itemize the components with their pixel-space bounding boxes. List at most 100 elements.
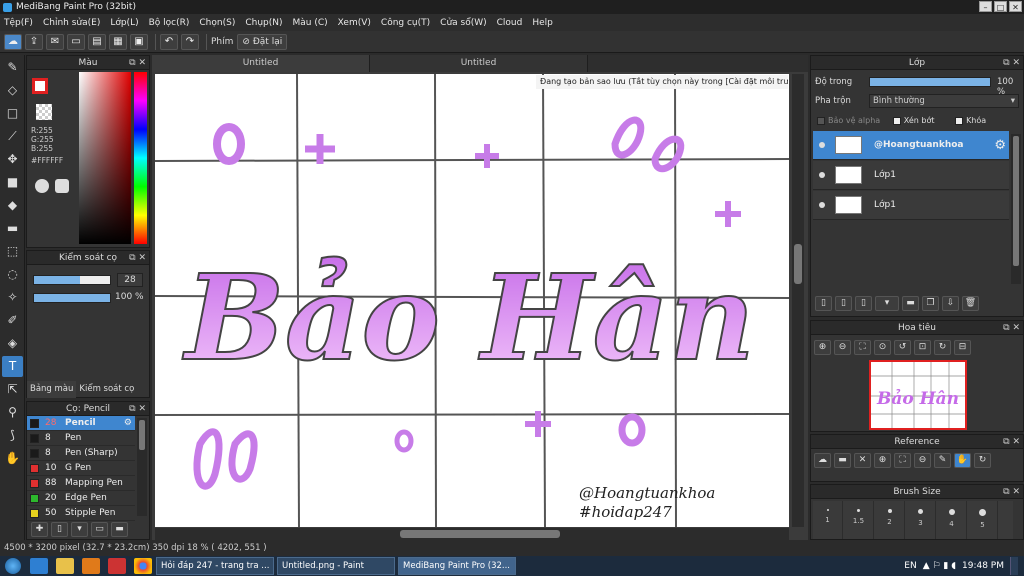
select-pen-icon[interactable]: ✐ <box>2 310 23 331</box>
foreground-color-swatch[interactable] <box>32 78 48 94</box>
brush-size-value[interactable]: 28 <box>117 273 143 287</box>
brush-menu-icon[interactable]: ▾ <box>71 522 88 537</box>
layer-row[interactable]: Lớp1 <box>813 191 1009 220</box>
brush-size-cell[interactable]: 1.5 <box>844 501 874 539</box>
file-explorer-icon[interactable] <box>56 558 74 574</box>
drawing-canvas[interactable]: Bảo Hân @Hoangtuankhoa #hoidap247 <box>155 74 789 527</box>
zoom-out-icon[interactable]: ⊖ <box>914 453 931 468</box>
panel-close-icon[interactable]: ⧉ ✕ <box>1003 56 1020 70</box>
app-icon[interactable] <box>108 558 126 574</box>
tab-brush-control[interactable]: Kiểm soát cọ <box>76 381 137 398</box>
redo-icon[interactable]: ↷ <box>181 33 199 50</box>
comment-icon[interactable]: ▭ <box>67 33 85 50</box>
brush-size-cell[interactable]: 2 <box>875 501 905 539</box>
show-desktop-icon[interactable] <box>1010 557 1018 575</box>
menu-edit[interactable]: Chỉnh sửa(E) <box>43 18 100 28</box>
blend-mode-select[interactable]: Bình thường ▾ <box>869 94 1019 108</box>
move-tool-icon[interactable]: ✥ <box>2 149 23 170</box>
new-1bit-layer-icon[interactable]: ▯ <box>855 296 872 311</box>
layer-row[interactable]: @Hoangtuankhoa ⚙ <box>813 131 1009 160</box>
brush-item[interactable]: 20 Edge Pen <box>27 491 135 506</box>
media-player-icon[interactable] <box>82 558 100 574</box>
minimize-button[interactable]: – <box>979 1 992 12</box>
layer-opacity-slider[interactable] <box>869 77 991 87</box>
brush-folder-icon[interactable]: ▬ <box>111 522 128 537</box>
select-tool-icon[interactable]: ⬚ <box>2 241 23 262</box>
panel-close-icon[interactable]: ⧉ ✕ <box>129 402 146 416</box>
chrome-icon[interactable] <box>134 558 152 574</box>
color-picker-icon[interactable] <box>55 179 69 193</box>
remove-reference-icon[interactable]: ✕ <box>854 453 871 468</box>
brush-save-icon[interactable]: ▭ <box>91 522 108 537</box>
saturation-value-square[interactable] <box>79 72 131 244</box>
eyedropper-icon[interactable]: ✎ <box>934 453 951 468</box>
menu-view[interactable]: Xem(V) <box>338 18 371 28</box>
panel-close-icon[interactable]: ⧉ ✕ <box>129 251 146 265</box>
palette-icon[interactable] <box>35 179 49 193</box>
gear-icon[interactable]: ⚙ <box>994 138 1006 153</box>
brush-list-scrollbar[interactable] <box>137 418 147 516</box>
rotate-right-icon[interactable]: ↻ <box>934 340 951 355</box>
visibility-icon[interactable] <box>819 142 825 148</box>
zoom-in-icon[interactable]: ⊕ <box>874 453 891 468</box>
menu-layer[interactable]: Lớp(L) <box>110 18 138 28</box>
menu-snap[interactable]: Chụp(N) <box>245 18 282 28</box>
gear-icon[interactable]: ⚙ <box>124 418 132 428</box>
rotate-icon[interactable]: ↻ <box>974 453 991 468</box>
lasso-tool-icon[interactable]: ◌ <box>2 264 23 285</box>
brush-tool-icon[interactable]: ✎ <box>2 57 23 78</box>
brush-size-slider[interactable] <box>33 275 111 285</box>
fill-tool-icon[interactable]: ■ <box>2 172 23 193</box>
clock[interactable]: 19:48 PM <box>962 561 1004 571</box>
visibility-icon[interactable] <box>819 202 825 208</box>
cloud-icon[interactable]: ☁ <box>4 33 22 50</box>
menu-select[interactable]: Chọn(S) <box>199 18 235 28</box>
tab-untitled-2[interactable]: Untitled <box>370 55 588 72</box>
bucket-tool-icon[interactable]: ◆ <box>2 195 23 216</box>
eraser-tool-icon[interactable]: ◇ <box>2 80 23 101</box>
add-brush-icon[interactable]: ✚ <box>31 522 48 537</box>
gradient-tool-icon[interactable]: ▬ <box>2 218 23 239</box>
eyedropper-tool-icon[interactable]: ⚲ <box>2 402 23 423</box>
rectangle-tool-icon[interactable]: □ <box>2 103 23 124</box>
task-paint[interactable]: Untitled.png - Paint <box>277 557 395 575</box>
trash-icon[interactable]: 🗑 <box>962 296 979 311</box>
lock-checkbox[interactable]: Khóa <box>955 116 986 125</box>
fit-icon[interactable]: ⛶ <box>894 453 911 468</box>
start-button[interactable] <box>0 556 26 576</box>
brush-size-cell[interactable]: 3 <box>906 501 936 539</box>
folder-icon[interactable]: ▬ <box>902 296 919 311</box>
undo-icon[interactable]: ↶ <box>160 33 178 50</box>
visibility-icon[interactable] <box>819 172 825 178</box>
grid-icon[interactable]: ▦ <box>109 33 127 50</box>
pen-tool-icon[interactable]: ⟆ <box>2 425 23 446</box>
chat-icon[interactable]: ✉ <box>46 33 64 50</box>
brush-item[interactable]: 8 Pen (Sharp) <box>27 446 135 461</box>
task-chrome[interactable]: Hỏi đáp 247 - trang tra ... <box>156 557 274 575</box>
layer-list-scrollbar[interactable] <box>1011 134 1021 284</box>
reset-button[interactable]: ⊘ Đặt lại <box>237 33 288 50</box>
menu-help[interactable]: Help <box>532 18 553 28</box>
hue-slider[interactable] <box>134 72 147 244</box>
layer-menu-icon[interactable]: ▾ <box>875 296 899 311</box>
task-medibang[interactable]: MediBang Paint Pro (32... <box>398 557 516 575</box>
reset-view-icon[interactable]: ⊟ <box>954 340 971 355</box>
navigator-preview[interactable]: Bảo Hân <box>869 360 967 430</box>
brush-size-cell[interactable]: 5 <box>968 501 998 539</box>
canvas-vertical-scrollbar[interactable] <box>792 74 804 527</box>
panel-close-icon[interactable]: ⧉ ✕ <box>1003 321 1020 335</box>
hand-tool-icon[interactable]: ✋ <box>2 448 23 469</box>
fit-icon[interactable]: ⛶ <box>854 340 871 355</box>
magic-wand-icon[interactable]: ✧ <box>2 287 23 308</box>
protect-alpha-checkbox[interactable]: Bảo vệ alpha <box>817 116 880 125</box>
new-brush-icon[interactable]: ▯ <box>51 522 68 537</box>
menu-file[interactable]: Tệp(F) <box>4 18 33 28</box>
rotate-left-icon[interactable]: ↺ <box>894 340 911 355</box>
language-indicator[interactable]: EN <box>904 561 916 571</box>
tray-icons[interactable]: ▲ ⚐ ▮ ◖ <box>923 561 956 571</box>
brush-item[interactable]: 8 Pen <box>27 431 135 446</box>
brush-item[interactable]: 50 Stipple Pen <box>27 506 135 521</box>
brush-size-cell[interactable]: 1 <box>813 501 843 539</box>
tab-palette[interactable]: Bảng màu <box>27 381 77 398</box>
zoom-in-icon[interactable]: ⊕ <box>814 340 831 355</box>
